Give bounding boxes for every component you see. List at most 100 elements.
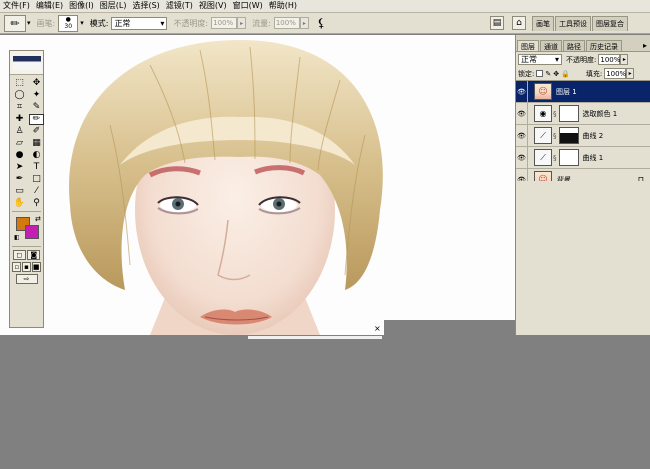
zoom-icon[interactable]: ⚲ — [29, 198, 44, 209]
tab-history[interactable]: 历史记录 — [586, 40, 622, 51]
layer-mask-thumbnail — [558, 149, 579, 166]
options-bar: ✏ ▾ 画笔: ● 30 ▾ 模式: 正常 ▾ 不透明度: 100% ▸ 流量:… — [0, 13, 650, 34]
brush-size: 30 — [64, 23, 73, 30]
standard-mode-icon[interactable]: ◻ — [12, 250, 26, 260]
opacity-arrow-icon[interactable]: ▸ — [620, 54, 629, 65]
tab-layers[interactable]: 图层 — [517, 40, 539, 51]
quickmask-mode-icon[interactable]: ◙ — [27, 250, 41, 260]
brush-icon[interactable]: ✏ — [4, 14, 26, 32]
well-tab-layer-comps[interactable]: 图层复合 — [592, 16, 628, 31]
flow-slider-arrow-icon[interactable]: ▸ — [299, 17, 309, 29]
portrait-image — [69, 40, 383, 335]
lock-all-icon[interactable]: 🔒 — [561, 70, 570, 78]
move-icon[interactable]: ✥ — [29, 78, 44, 89]
hand-icon[interactable]: ✋ — [12, 198, 27, 209]
menu-bar: 文件(F) 编辑(E) 图像(I) 图层(L) 选择(S) 滤镜(T) 视图(V… — [0, 0, 650, 13]
menu-image[interactable]: 图像(I) — [69, 0, 94, 12]
file-browser-icon[interactable]: ⌂ — [512, 16, 526, 30]
toolbox-header[interactable] — [10, 51, 43, 75]
blend-mode-select[interactable]: 正常 ▾ — [518, 54, 562, 65]
chevron-down-icon: ▾ — [554, 55, 559, 64]
default-colors-icon[interactable]: ◧ — [14, 234, 20, 241]
notes-icon[interactable]: ▭ — [12, 186, 27, 197]
curves-adjustment-icon: ⟋ — [534, 149, 552, 166]
eye-icon[interactable]: 👁 — [516, 102, 528, 125]
document-canvas[interactable] — [0, 35, 515, 335]
menu-select[interactable]: 选择(S) — [132, 0, 159, 12]
eye-icon[interactable]: 👁 — [516, 146, 528, 169]
opacity-input[interactable]: 100% — [211, 17, 238, 29]
layer-row-curves1[interactable]: 👁 ⟋ § 曲线 1 — [516, 146, 650, 169]
menu-window[interactable]: 窗口(W) — [233, 0, 263, 12]
brush-picker-arrow-icon[interactable]: ▾ — [80, 19, 84, 27]
menu-file[interactable]: 文件(F) — [3, 0, 30, 12]
palette-well-icon[interactable]: ▤ — [490, 16, 504, 30]
panel-tabs: 图层 通道 路径 历史记录 ▸ — [516, 40, 650, 52]
dodge-icon[interactable]: ◐ — [29, 150, 44, 161]
tab-paths[interactable]: 路径 — [563, 40, 585, 51]
blend-mode-value: 正常 — [521, 55, 537, 64]
type-icon[interactable]: T — [29, 162, 44, 173]
layers-panel: 图层 通道 路径 历史记录 ▸ 正常 ▾ 不透明度: 100% ▸ 锁定: ✎ … — [515, 35, 650, 335]
eye-icon[interactable]: 👁 — [516, 80, 528, 103]
crop-icon[interactable]: ⌗ — [12, 102, 27, 113]
eraser-icon[interactable]: ▱ — [12, 138, 27, 149]
link-chain-icon: § — [553, 131, 557, 140]
fill-label: 填充: — [585, 69, 603, 78]
close-icon[interactable]: × — [374, 324, 381, 333]
screen-mode-full-icon[interactable]: ■ — [31, 262, 41, 272]
tool-preset-arrow-icon[interactable]: ▾ — [27, 19, 31, 27]
lock-move-icon[interactable]: ✥ — [553, 70, 559, 78]
lasso-icon[interactable]: ◯ — [12, 90, 27, 101]
background-color-swatch[interactable] — [25, 225, 39, 239]
blend-opacity-row: 正常 ▾ 不透明度: 100% ▸ — [516, 52, 650, 67]
jump-to-imageready-icon[interactable]: ⇨ — [15, 274, 38, 284]
layer-name: 图层 1 — [556, 87, 577, 96]
gradient-icon[interactable]: ▦ — [29, 138, 44, 149]
tab-channels[interactable]: 通道 — [540, 40, 562, 51]
menu-layer[interactable]: 图层(L) — [100, 0, 127, 12]
history-brush-icon[interactable]: ✐ — [29, 126, 44, 137]
opacity-slider-arrow-icon[interactable]: ▸ — [237, 17, 247, 29]
well-tab-tool-presets[interactable]: 工具预设 — [555, 16, 591, 31]
toolbox: ⬚ ✥ ◯ ✦ ⌗ ✎ ✚ ✏ ♙ ✐ ▱ ▦ ● ◐ ➤ T ✒ □ ▭ ⁄ ✋ ⚲ ◧ ⇄ ◻ ◙ ▫ ▪ ■ ⇨ — [9, 50, 44, 328]
screen-mode-full-menu-icon[interactable]: ▪ — [21, 262, 31, 272]
pen-icon[interactable]: ✒ — [12, 174, 27, 185]
fill-input[interactable]: 100% — [604, 68, 626, 79]
lock-transparency-checkbox[interactable] — [536, 70, 544, 77]
menu-filter[interactable]: 滤镜(T) — [166, 0, 193, 12]
panel-menu-icon[interactable]: ▸ — [643, 41, 647, 50]
layer-opacity-input[interactable]: 100% — [598, 54, 620, 65]
layer-opacity-label: 不透明度: — [566, 55, 597, 64]
mode-value: 正常 — [114, 18, 131, 28]
brush-label: 画笔: — [36, 18, 56, 28]
menu-view[interactable]: 视图(V) — [199, 0, 227, 12]
screen-mode-standard-icon[interactable]: ▫ — [12, 262, 22, 272]
shape-icon[interactable]: □ — [29, 174, 44, 185]
menu-edit[interactable]: 编辑(E) — [36, 0, 63, 12]
brush-picker[interactable]: ● 30 — [58, 14, 79, 32]
magic-wand-icon[interactable]: ✦ — [29, 90, 44, 101]
healing-icon[interactable]: ✚ — [12, 114, 27, 125]
well-tab-brushes[interactable]: 画笔 — [532, 16, 554, 31]
layer-row-curves2[interactable]: 👁 ⟋ § 曲线 2 — [516, 124, 650, 147]
stamp-icon[interactable]: ♙ — [12, 126, 27, 137]
swap-colors-icon[interactable]: ⇄ — [35, 215, 41, 223]
fill-arrow-icon[interactable]: ▸ — [626, 68, 635, 79]
marquee-icon[interactable]: ⬚ — [12, 78, 27, 89]
path-select-icon[interactable]: ➤ — [12, 162, 27, 173]
lock-paint-icon[interactable]: ✎ — [545, 70, 551, 78]
layer-row-selective-color[interactable]: 👁 ◉ § 选取颜色 1 — [516, 102, 650, 125]
mode-select[interactable]: 正常 ▾ — [111, 16, 168, 30]
eyedropper-icon[interactable]: ⁄ — [29, 186, 44, 197]
layer-mask-thumbnail — [558, 105, 579, 122]
lock-fill-row: 锁定: ✎ ✥ 🔒 填充: 100% ▸ — [516, 67, 650, 81]
layer-row-layer1[interactable]: 👁 ☺ 图层 1 — [516, 80, 650, 103]
brush-icon[interactable]: ✏ — [29, 114, 44, 125]
blur-icon[interactable]: ● — [12, 150, 27, 161]
flow-input[interactable]: 100% — [273, 17, 300, 29]
slice-icon[interactable]: ✎ — [29, 102, 44, 113]
menu-help[interactable]: 帮助(H) — [269, 0, 297, 12]
eye-icon[interactable]: 👁 — [516, 124, 528, 147]
airbrush-icon[interactable]: ⚸ — [317, 16, 326, 30]
